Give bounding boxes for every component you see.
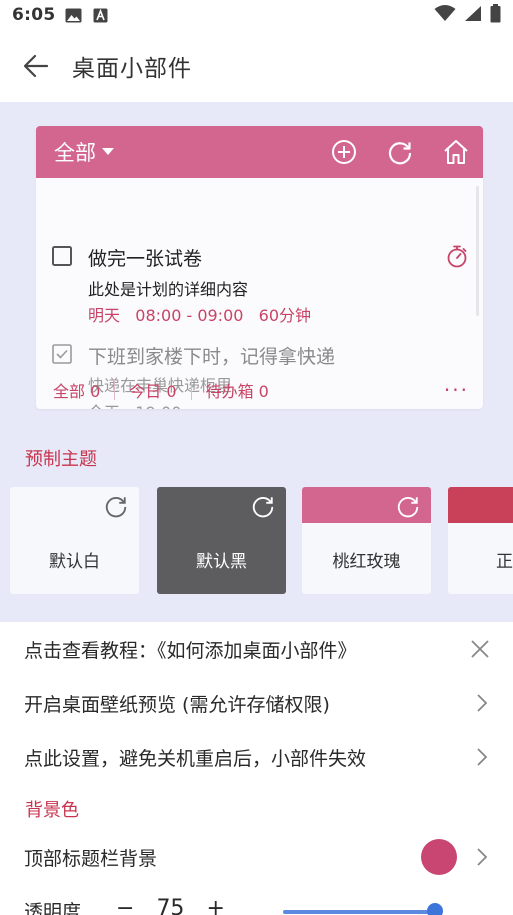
refresh-icon bbox=[103, 493, 129, 519]
footer-all[interactable]: 全部 0 bbox=[53, 378, 100, 402]
background-color-title: 背景色 bbox=[25, 800, 79, 821]
footer-today[interactable]: 今日 0 bbox=[129, 378, 176, 402]
image-icon bbox=[65, 8, 82, 23]
back-button[interactable] bbox=[0, 30, 72, 102]
task-title: 做完一张试卷 bbox=[88, 248, 203, 270]
cellular-icon bbox=[464, 5, 482, 26]
theme-label: 正 bbox=[496, 552, 513, 572]
refresh-icon bbox=[250, 493, 276, 519]
theme-label: 默认白 bbox=[49, 552, 100, 572]
minus-button[interactable]: − bbox=[116, 896, 134, 915]
theme-card-red[interactable]: 正 bbox=[448, 487, 513, 594]
opacity-value: 75 bbox=[156, 896, 185, 915]
theme-label: 桃红玫瑰 bbox=[332, 552, 401, 572]
status-time: 6:05 bbox=[12, 5, 56, 25]
theme-card-dark[interactable]: 默认黑 bbox=[157, 487, 286, 594]
theme-label: 默认黑 bbox=[196, 552, 247, 572]
opacity-label: 透明度 bbox=[24, 900, 82, 915]
wallpaper-preview-text: 开启桌面壁纸预览 (需允许存储权限) bbox=[24, 693, 330, 716]
chevron-right-icon bbox=[477, 848, 488, 866]
chevron-right-icon bbox=[477, 694, 488, 712]
title-bar-bg-text: 顶部标题栏背景 bbox=[24, 847, 158, 870]
tutorial-row[interactable]: 点击查看教程：《如何添加桌面小部件》 bbox=[0, 623, 513, 675]
preset-themes-title: 预制主题 bbox=[25, 449, 97, 470]
close-icon[interactable] bbox=[471, 640, 489, 658]
widget-preview: 全部 做完一张试卷 此处是计划的详细内容 明天 08:00 - 09:00 60… bbox=[36, 126, 483, 409]
tutorial-text: 点击查看教程：《如何添加桌面小部件》 bbox=[24, 639, 357, 662]
battery-icon bbox=[490, 3, 501, 27]
refresh-icon[interactable] bbox=[385, 137, 415, 167]
page-title: 桌面小部件 bbox=[72, 56, 192, 82]
footer-inbox[interactable]: 待办箱 0 bbox=[206, 378, 269, 402]
a-box-icon bbox=[92, 8, 109, 23]
task-description: 此处是计划的详细内容 bbox=[88, 280, 249, 299]
divider bbox=[190, 380, 192, 400]
chevron-right-icon bbox=[477, 748, 488, 766]
timer-icon bbox=[447, 245, 467, 268]
opacity-slider-thumb[interactable] bbox=[427, 903, 443, 915]
theme-card-white[interactable]: 默认白 bbox=[10, 487, 139, 594]
filter-label: 全部 bbox=[54, 141, 96, 165]
task-title: 下班到家楼下时，记得拿快递 bbox=[88, 346, 336, 368]
add-circle-icon[interactable] bbox=[329, 137, 359, 167]
more-icon[interactable]: ··· bbox=[444, 380, 469, 400]
caret-down-icon bbox=[102, 148, 114, 155]
divider bbox=[114, 380, 116, 400]
title-bar-bg-row[interactable]: 顶部标题栏背景 bbox=[0, 831, 513, 883]
widget-header: 全部 bbox=[36, 126, 483, 178]
scrollbar[interactable] bbox=[476, 186, 479, 316]
widget-footer: 全部 0 今日 0 待办箱 0 ··· bbox=[36, 374, 483, 406]
wallpaper-preview-row[interactable]: 开启桌面壁纸预览 (需允许存储权限) bbox=[0, 677, 513, 729]
opacity-row: 透明度 − 75 + bbox=[0, 890, 513, 915]
task-meta: 明天 08:00 - 09:00 60分钟 bbox=[88, 306, 312, 325]
color-swatch[interactable] bbox=[421, 839, 457, 875]
plus-button[interactable]: + bbox=[206, 896, 224, 915]
opacity-stepper[interactable]: − 75 + bbox=[116, 896, 225, 915]
status-bar: 6:05 bbox=[0, 0, 513, 30]
opacity-slider-track[interactable] bbox=[283, 910, 435, 914]
checkbox-checked-icon[interactable] bbox=[52, 344, 72, 364]
wifi-icon bbox=[434, 4, 456, 26]
theme-color-band bbox=[448, 487, 513, 523]
theme-card-rose[interactable]: 桃红玫瑰 bbox=[302, 487, 431, 594]
prevent-invalid-text: 点此设置，避免关机重启后，小部件失效 bbox=[24, 747, 367, 770]
theme-list[interactable]: 默认白 默认黑 桃红玫瑰 正 bbox=[10, 487, 513, 595]
prevent-invalid-row[interactable]: 点此设置，避免关机重启后，小部件失效 bbox=[0, 731, 513, 783]
filter-dropdown[interactable]: 全部 bbox=[54, 137, 114, 167]
app-bar: 桌面小部件 bbox=[0, 30, 513, 102]
checkbox-empty-icon[interactable] bbox=[52, 246, 72, 266]
refresh-icon bbox=[395, 493, 421, 519]
arrow-left-icon bbox=[23, 54, 49, 78]
home-icon[interactable] bbox=[441, 137, 471, 167]
